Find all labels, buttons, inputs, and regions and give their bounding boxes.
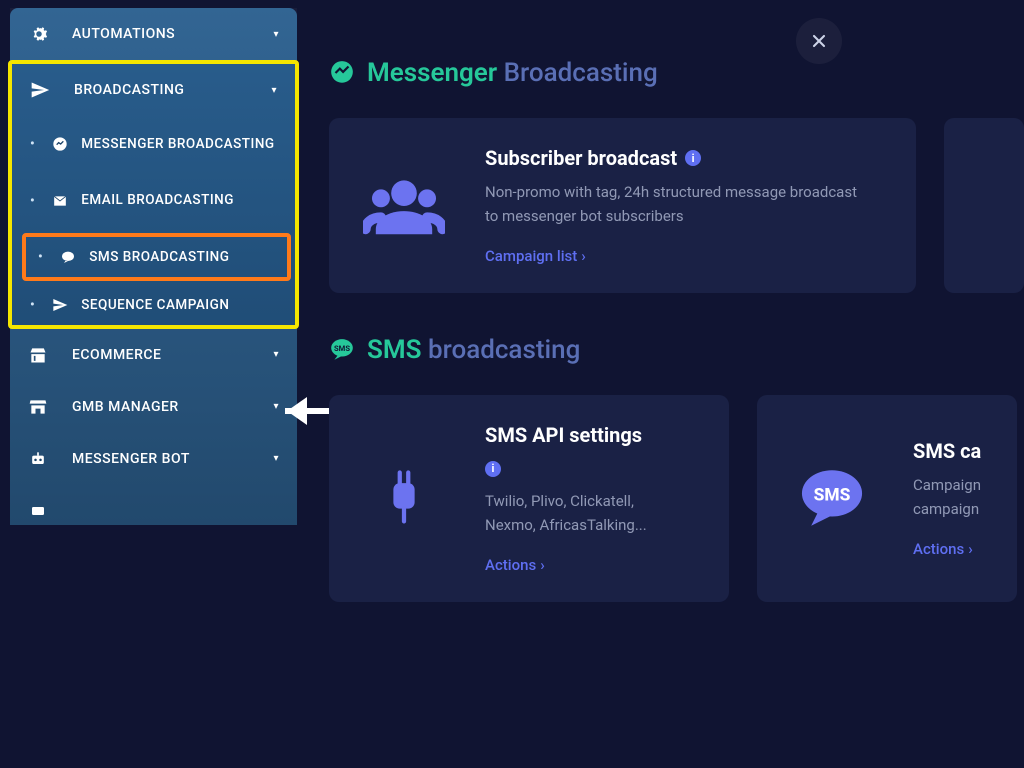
- users-icon: [359, 161, 449, 251]
- info-icon[interactable]: i: [485, 461, 501, 477]
- campaign-list-link[interactable]: Campaign list ›: [485, 247, 586, 265]
- robot-icon: [28, 449, 56, 469]
- close-icon: [809, 31, 829, 51]
- card-body: Subscriber broadcast i Non-promo with ta…: [485, 146, 865, 265]
- sidebar-subitem-sequence-campaign[interactable]: SEQUENCE CAMPAIGN: [18, 285, 295, 325]
- broadcasting-submenu: MESSENGER BROADCASTING EMAIL BROADCASTIN…: [12, 116, 295, 325]
- card-title: SMS API settings: [485, 423, 665, 447]
- section-title-messenger: Messenger Broadcasting: [329, 58, 1024, 88]
- chevron-right-icon: ›: [968, 540, 973, 558]
- sidebar-label: MESSENGER BROADCASTING: [81, 128, 274, 160]
- card-partial-right[interactable]: [944, 118, 1024, 293]
- sidebar-label: SMS BROADCASTING: [89, 249, 229, 265]
- highlight-broadcasting-group-annotation: BROADCASTING ▾ MESSENGER BROADCASTING EM…: [8, 60, 299, 329]
- sidebar-item-automations[interactable]: AUTOMATIONS ▾: [10, 8, 297, 60]
- gears-icon: [28, 24, 56, 44]
- generic-icon: [28, 501, 56, 521]
- sidebar-subitem-sms-broadcasting[interactable]: SMS BROADCASTING: [26, 237, 287, 277]
- card-title: Subscriber broadcast i: [485, 146, 865, 170]
- sidebar-label: GMB MANAGER: [72, 399, 179, 415]
- card-title: SMS ca: [913, 439, 1017, 463]
- section-accent: SMS: [367, 335, 422, 365]
- svg-text:SMS: SMS: [814, 486, 851, 506]
- sidebar-item-more[interactable]: [10, 485, 297, 525]
- sidebar-subitem-messenger-broadcasting[interactable]: MESSENGER BROADCASTING: [18, 116, 295, 172]
- card-sms-campaign[interactable]: SMS SMS ca Campaign campaign Actions ›: [757, 395, 1017, 602]
- close-button[interactable]: [796, 18, 842, 64]
- sidebar-item-gmb-manager[interactable]: GMB MANAGER ▾: [10, 381, 297, 433]
- sidebar-subitem-email-broadcasting[interactable]: EMAIL BROADCASTING: [18, 172, 295, 228]
- card-desc: Twilio, Plivo, Clickatell, Nexmo, Africa…: [485, 489, 665, 537]
- sms-cards-row: SMS API settings i Twilio, Plivo, Clicka…: [329, 395, 1024, 602]
- highlight-sms-broadcasting-annotation: SMS BROADCASTING: [22, 233, 291, 281]
- paper-plane-icon: [49, 297, 71, 313]
- actions-link[interactable]: Actions ›: [485, 556, 545, 574]
- card-body: SMS API settings i Twilio, Plivo, Clicka…: [485, 423, 665, 574]
- sidebar: AUTOMATIONS ▾ BROADCASTING ▾ MESSENGER B…: [10, 8, 297, 525]
- sidebar-item-messenger-bot[interactable]: MESSENGER BOT ▾: [10, 433, 297, 485]
- sidebar-label: BROADCASTING: [74, 82, 184, 98]
- store-icon: [28, 345, 56, 365]
- sidebar-item-broadcasting[interactable]: BROADCASTING ▾: [12, 64, 295, 116]
- messenger-icon: [49, 136, 71, 152]
- card-desc: Campaign campaign: [913, 473, 1017, 521]
- sms-icon: SMS: [329, 337, 355, 363]
- sidebar-item-ecommerce[interactable]: ECOMMERCE ▾: [10, 329, 297, 381]
- plug-icon: [359, 453, 449, 543]
- chevron-down-icon: ▾: [273, 29, 279, 40]
- messenger-icon: [329, 60, 355, 86]
- sidebar-label: SEQUENCE CAMPAIGN: [81, 297, 229, 313]
- sidebar-label: MESSENGER BOT: [72, 451, 190, 467]
- card-desc: Non-promo with tag, 24h structured messa…: [485, 180, 865, 228]
- svg-text:SMS: SMS: [334, 344, 350, 353]
- storefront-icon: [28, 397, 56, 417]
- messenger-cards-row: Subscriber broadcast i Non-promo with ta…: [329, 118, 1024, 293]
- chevron-down-icon: ▾: [271, 85, 277, 96]
- sidebar-label: ECOMMERCE: [72, 347, 161, 363]
- sms-icon: [57, 249, 79, 265]
- card-body: SMS ca Campaign campaign Actions ›: [913, 439, 1017, 558]
- section-muted: Broadcasting: [504, 58, 658, 88]
- section-title-sms: SMS SMS broadcasting: [329, 335, 1024, 365]
- card-sms-api-settings[interactable]: SMS API settings i Twilio, Plivo, Clicka…: [329, 395, 729, 602]
- sidebar-label: AUTOMATIONS: [72, 26, 175, 42]
- chevron-right-icon: ›: [581, 247, 586, 265]
- main-content: Messenger Broadcasting Subscriber broadc…: [315, 0, 1024, 768]
- chevron-down-icon: ▾: [273, 349, 279, 360]
- actions-link[interactable]: Actions ›: [913, 540, 973, 558]
- chevron-right-icon: ›: [540, 556, 545, 574]
- chevron-down-icon: ▾: [273, 401, 279, 412]
- section-accent: Messenger: [367, 58, 497, 88]
- sms-bubble-icon: SMS: [787, 453, 877, 543]
- chevron-down-icon: ▾: [273, 453, 279, 464]
- envelope-icon: [49, 194, 71, 208]
- paper-plane-icon: [30, 80, 58, 100]
- card-subscriber-broadcast[interactable]: Subscriber broadcast i Non-promo with ta…: [329, 118, 916, 293]
- info-icon[interactable]: i: [685, 150, 701, 166]
- section-muted: broadcasting: [428, 335, 580, 365]
- sidebar-label: EMAIL BROADCASTING: [81, 184, 234, 216]
